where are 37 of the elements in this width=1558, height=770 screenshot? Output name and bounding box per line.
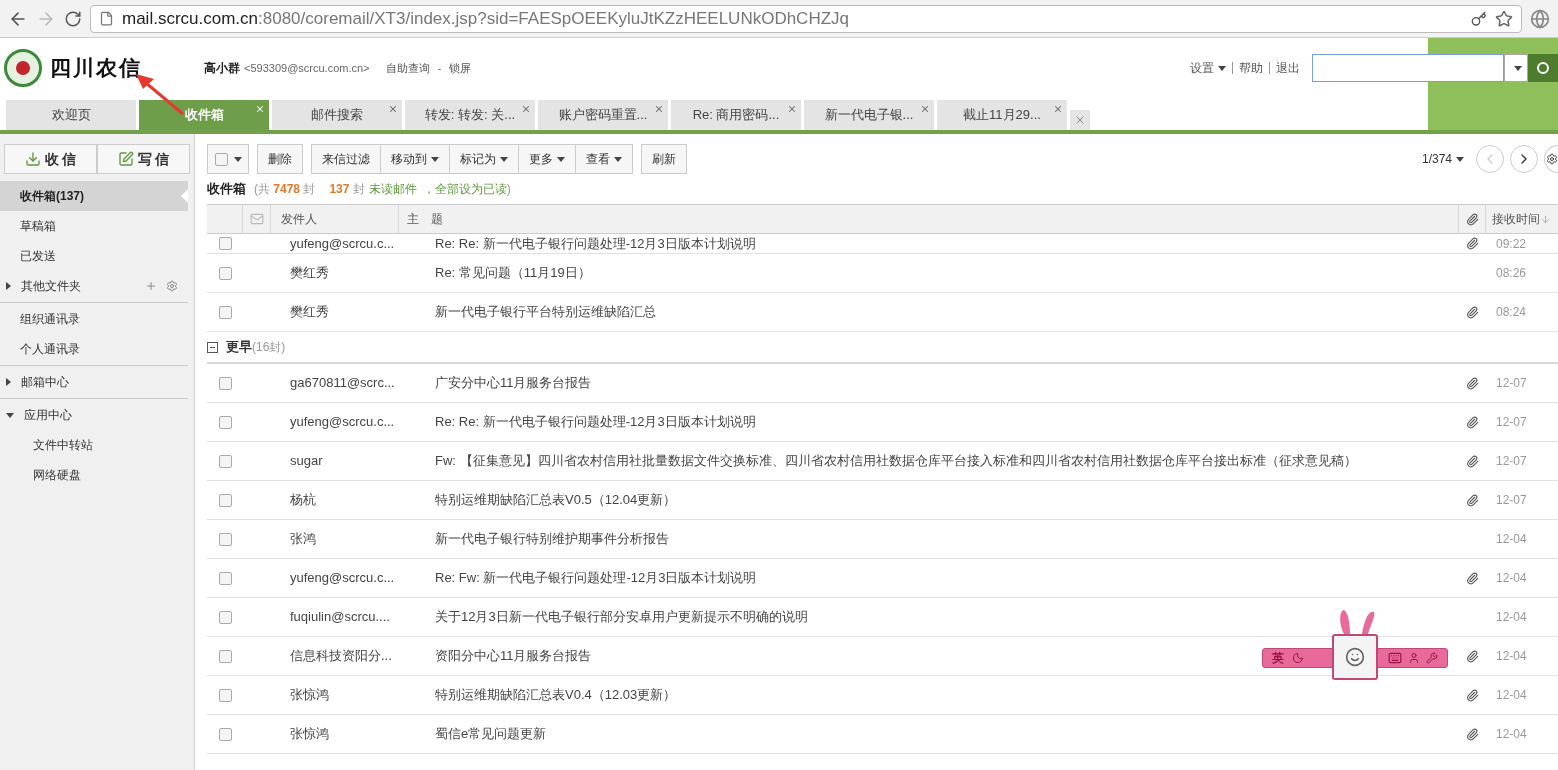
sender-cell-text: ga670811@scrc... [290,374,396,393]
time-cell-text: 12-04 [1495,648,1528,665]
group-title: 更早 [226,338,252,357]
folder-title: 收件箱 [207,180,246,199]
sender-cell-text: sugar [290,452,324,471]
sender-cell-text: 张惊鸿 [290,725,330,744]
time-cell-text: 12-04 [1495,531,1528,548]
time-cell-text: 12-04 [1495,570,1528,587]
time-cell-text: 08:26 [1495,265,1528,282]
unread-count: 137 封 [329,181,365,198]
sender-cell-text: yufeng@scrcu.c... [290,234,396,253]
time-cell-text: 12-04 [1495,687,1528,704]
time-cell-text: 12-07 [1495,492,1528,509]
user-email: <593309@scrcu.com.cn> [244,60,370,76]
time-cell-text: 08:24 [1495,304,1528,321]
time-cell-text: 12-07 [1495,375,1528,392]
time-cell-text: 12-04 [1495,609,1528,626]
sender-cell-text: 张惊鸿 [290,686,330,705]
sender-cell-text: 樊红秀 [290,264,330,283]
sender-cell-text: 樊红秀 [290,303,330,322]
time-cell-text: 09:22 [1495,235,1528,253]
sender-cell-text: fuqiulin@scrcu.... [290,608,391,627]
group-count: (16封) [252,339,286,356]
user-name: 高小群 [204,60,240,77]
sender-cell-text: 杨杭 [290,491,317,510]
summary-close: ) [506,181,511,198]
sender-cell-text: 张鸿 [290,530,317,549]
logo-text: 四川农信 [50,54,143,83]
sender-cell-text: yufeng@scrcu.c... [290,413,396,432]
time-cell-text: 12-07 [1495,453,1528,470]
mail-count-summary: (共 7478 封 [254,181,316,198]
time-cell-text: 12-07 [1495,414,1528,431]
url-text: mail.scrcu.com.cn:8080/coremail/XT3/index.jsp?sid=FAESpOEEKyluJtKZzHEELUNkODhCHZJq [122,7,850,30]
sender-cell-text: yufeng@scrcu.c... [290,569,396,588]
time-cell-text: 12-04 [1495,726,1528,743]
sender-cell-text: 信息科技资阳分... [290,647,393,666]
separator: - [437,60,442,76]
